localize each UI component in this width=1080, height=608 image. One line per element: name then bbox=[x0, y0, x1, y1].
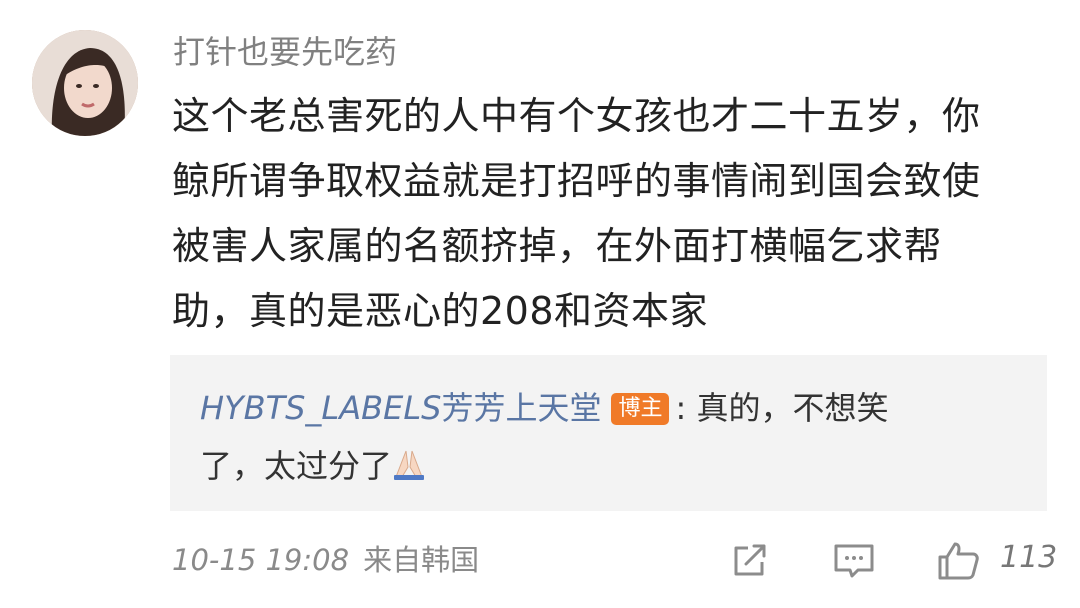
reply-text-line: : 真的，不想笑 bbox=[675, 389, 889, 427]
comment-line: 鲸所谓争取权益就是打招呼的事情闹到国会致使 bbox=[172, 159, 981, 203]
author-badge: 博主 bbox=[611, 393, 670, 425]
praying-hands-icon bbox=[392, 441, 426, 499]
reply-text: HYBTS_LABELS芳芳上天堂 博主: 真的，不想笑 了，太过分了 bbox=[200, 379, 1020, 499]
share-icon[interactable] bbox=[728, 540, 772, 580]
like-count: 113 bbox=[1000, 540, 1058, 575]
comment-line: 助，真的是恶心的208和资本家 bbox=[172, 289, 709, 333]
comment-meta: 10-15 19:08 来自韩国 bbox=[172, 538, 479, 582]
reply-text-line: 了，太过分了 bbox=[200, 447, 393, 485]
comment-line: 这个老总害死的人中有个女孩也才二十五岁，你 bbox=[172, 94, 981, 138]
comment-text: 这个老总害死的人中有个女孩也才二十五岁，你 鲸所谓争取权益就是打招呼的事情闹到国… bbox=[172, 84, 1042, 344]
like-icon[interactable] bbox=[936, 540, 980, 580]
comment-line: 被害人家属的名额挤掉，在外面打横幅乞求帮 bbox=[172, 224, 943, 268]
reply-username[interactable]: HYBTS_LABELS bbox=[200, 389, 441, 427]
comment-source: 来自韩国 bbox=[363, 543, 480, 577]
reply-username-cn[interactable]: 芳芳上天堂 bbox=[441, 389, 601, 427]
avatar-image bbox=[32, 30, 138, 136]
comment-time: 10-15 19:08 bbox=[172, 543, 350, 577]
avatar[interactable] bbox=[32, 30, 138, 136]
comment-icon[interactable] bbox=[832, 540, 876, 580]
reply-box[interactable]: HYBTS_LABELS芳芳上天堂 博主: 真的，不想笑 了，太过分了 bbox=[170, 355, 1047, 511]
comment-username[interactable]: 打针也要先吃药 bbox=[173, 30, 397, 74]
